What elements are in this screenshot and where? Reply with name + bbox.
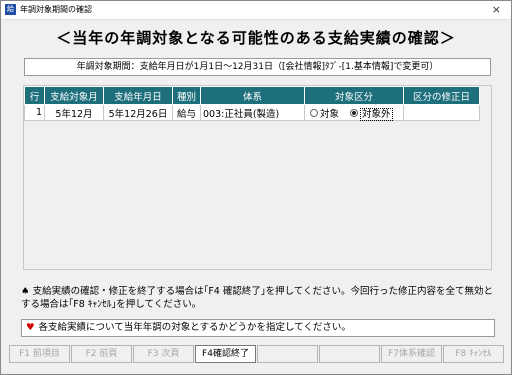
table-row[interactable]: 1 5年12月 5年12月26日 給与 003:正社員(製造) 対象 対象外 xyxy=(24,104,480,121)
function-key-bar: F1 前項目 F2 前頁 F3 次頁 F4確認終了 F7体系確認 F8 ｷｬﾝｾ… xyxy=(9,345,505,363)
cell-target: 対象 対象外 xyxy=(304,104,404,121)
cell-date: 5年12月26日 xyxy=(103,104,173,121)
col-header-target: 対象区分 xyxy=(304,86,404,105)
status-message: ♥ 各支給実績について当年年調の対象とするかどうかを指定してください。 xyxy=(21,319,495,337)
cell-kind: 給与 xyxy=(172,104,201,121)
f8-cancel-button[interactable]: F8 ｷｬﾝｾﾙ xyxy=(443,345,504,363)
f6-button[interactable] xyxy=(319,345,380,363)
col-header-month: 支給対象月 xyxy=(44,86,104,105)
heart-icon: ♥ xyxy=(26,322,35,333)
cell-system: 003:正社員(製造) xyxy=(200,104,305,121)
window-title: 年調対象期間の確認 xyxy=(20,5,92,14)
f5-button[interactable] xyxy=(257,345,318,363)
col-header-moddate: 区分の修正日 xyxy=(403,86,480,105)
period-info: 年調対象期間：支給年月日が1月1日～12月31日（[会社情報]ﾀﾌﾞ-[1.基本… xyxy=(24,58,491,76)
title-bar: 給 年調対象期間の確認 × xyxy=(1,1,511,20)
col-header-system: 体系 xyxy=(200,86,305,105)
dialog-window: 給 年調対象期間の確認 × ＜当年の年調対象となる可能性のある支給実績の確認＞ … xyxy=(0,0,512,375)
payment-table: 行 支給対象月 支給年月日 種別 体系 対象区分 区分の修正日 1 5年12月 … xyxy=(24,86,480,121)
col-header-date: 支給年月日 xyxy=(103,86,173,105)
f3-next-page-button[interactable]: F3 次頁 xyxy=(133,345,194,363)
cell-row-number: 1 xyxy=(24,104,45,121)
f4-confirm-button[interactable]: F4確認終了 xyxy=(195,345,256,363)
status-message-text: 各支給実績について当年年調の対象とするかどうかを指定してください。 xyxy=(38,322,351,333)
radio-not-target[interactable] xyxy=(350,108,359,117)
app-icon: 給 xyxy=(5,4,16,15)
f7-system-check-button[interactable]: F7体系確認 xyxy=(381,345,442,363)
radio-target[interactable] xyxy=(310,108,318,117)
page-heading: ＜当年の年調対象となる可能性のある支給実績の確認＞ xyxy=(56,29,456,47)
payment-grid: 行 支給対象月 支給年月日 種別 体系 対象区分 区分の修正日 1 5年12月 … xyxy=(23,85,492,270)
radio-target-label[interactable]: 対象 xyxy=(320,109,339,120)
cell-mod-date[interactable] xyxy=(403,104,480,121)
f1-prev-item-button[interactable]: F1 前項目 xyxy=(9,345,70,363)
instruction-note: ♠ 支給実績の確認・修正を終了する場合は｢F4 確認終了｣を押してください。今回… xyxy=(21,285,499,311)
col-header-row: 行 xyxy=(24,86,45,105)
instruction-text: 支給実績の確認・修正を終了する場合は｢F4 確認終了｣を押してください。今回行っ… xyxy=(21,286,494,310)
spade-icon: ♠ xyxy=(21,286,30,297)
radio-not-target-label[interactable]: 対象外 xyxy=(360,107,393,121)
f2-prev-page-button[interactable]: F2 前頁 xyxy=(71,345,132,363)
table-header-row: 行 支給対象月 支給年月日 種別 体系 対象区分 区分の修正日 xyxy=(24,86,480,105)
col-header-kind: 種別 xyxy=(172,86,201,105)
cell-month: 5年12月 xyxy=(44,104,104,121)
close-icon[interactable]: × xyxy=(492,1,501,18)
